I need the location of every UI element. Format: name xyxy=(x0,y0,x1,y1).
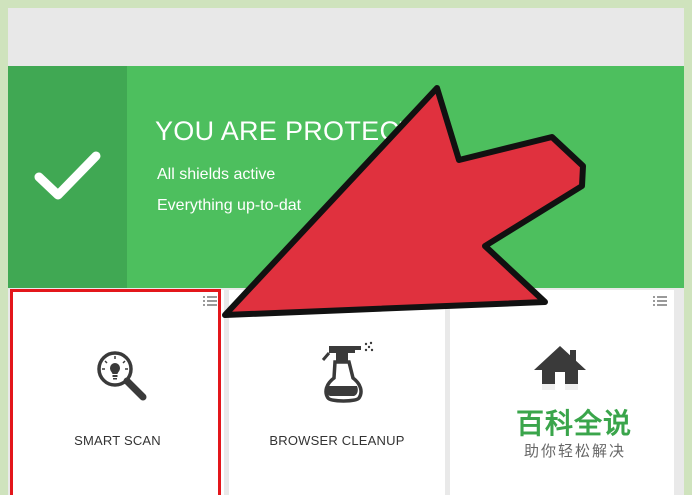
watermark: 百科全说 助你轻松解决 xyxy=(500,384,660,470)
watermark-subtitle: 助你轻松解决 xyxy=(524,443,627,460)
watermark-title: 百科全说 xyxy=(516,408,633,439)
